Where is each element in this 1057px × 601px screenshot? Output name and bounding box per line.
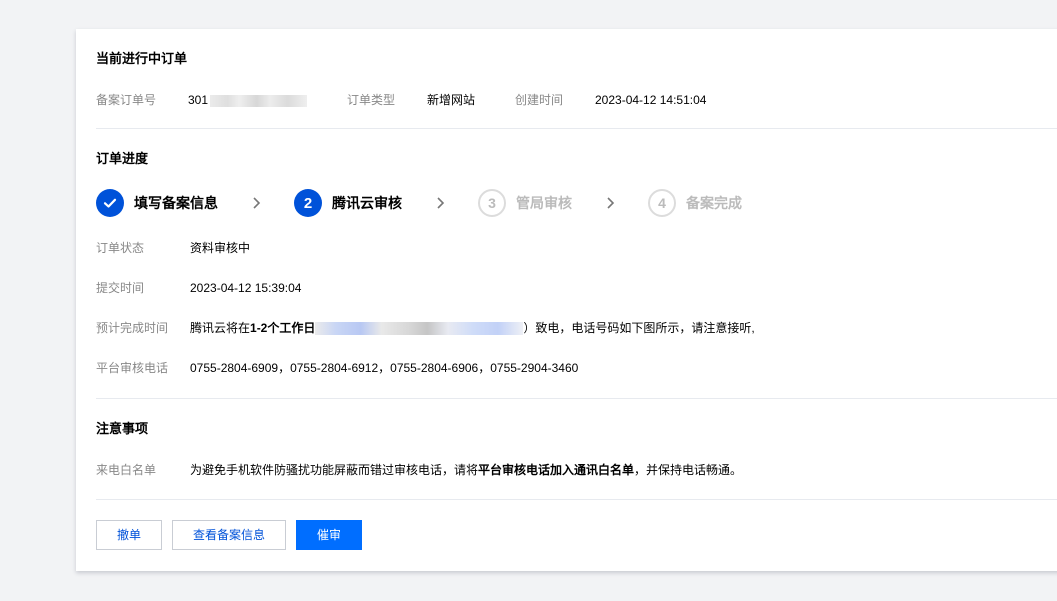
whitelist-prefix: 为避免手机软件防骚扰功能屏蔽而错过审核电话，请将 [190, 463, 479, 477]
chevron-right-icon [607, 197, 615, 209]
created-value: 2023-04-12 14:51:04 [595, 93, 707, 107]
step-3-circle: 3 [478, 189, 506, 217]
eta-row: 预计完成时间 腾讯云将在1-2个工作日 ）致电，电话号码如下图所示，请注意接听, [96, 319, 996, 337]
order-no-label: 备案订单号 [96, 93, 157, 107]
order-type-label: 订单类型 [347, 93, 396, 107]
eta-mask [315, 322, 524, 336]
submit-time-value: 2023-04-12 15:39:04 [190, 281, 302, 295]
phone-label: 平台审核电话 [96, 361, 169, 375]
notice-title: 注意事项 [96, 421, 149, 436]
current-order-title: 当前进行中订单 [96, 51, 188, 66]
order-no-visible: 301 [188, 93, 209, 107]
divider [96, 398, 1057, 399]
step-1-label: 填写备案信息 [134, 195, 218, 211]
divider [96, 128, 1057, 129]
order-status-label: 订单状态 [96, 241, 145, 255]
order-status-value: 资料审核中 [190, 241, 251, 255]
step-fill-info: 填写备案信息 [96, 189, 218, 217]
created-label: 创建时间 [515, 93, 564, 107]
step-2-label: 腾讯云审核 [332, 195, 402, 211]
order-no-mask [210, 94, 308, 107]
eta-prefix: 腾讯云将在 [190, 321, 251, 335]
submit-time-label: 提交时间 [96, 281, 145, 295]
phone-row: 平台审核电话 0755-2804-6909，0755-2804-6912，075… [96, 359, 996, 377]
divider [96, 499, 1057, 500]
progress-title: 订单进度 [96, 151, 149, 166]
eta-suffix: ）致电，电话号码如下图所示，请注意接听, [523, 321, 755, 335]
submit-time-row: 提交时间 2023-04-12 15:39:04 [96, 279, 796, 297]
whitelist-text: 为避免手机软件防骚扰功能屏蔽而错过审核电话，请将平台审核电话加入通讯白名单，并保… [190, 461, 742, 479]
step-4-circle: 4 [648, 189, 676, 217]
order-status-row: 订单状态 资料审核中 [96, 239, 796, 257]
step-bureau-review: 3 管局审核 [478, 189, 572, 217]
step-2-circle: 2 [294, 189, 322, 217]
step-4-label: 备案完成 [686, 195, 742, 211]
order-type-value: 新增网站 [427, 93, 476, 107]
whitelist-emphasis: 平台审核电话加入通讯白名单 [478, 463, 635, 477]
order-info-row: 备案订单号 301 订单类型 新增网站 创建时间 2023-04-12 14:5… [96, 91, 796, 109]
step-complete: 4 备案完成 [648, 189, 742, 217]
step-3-label: 管局审核 [516, 195, 572, 211]
chevron-right-icon [253, 197, 261, 209]
eta-emphasis: 1-2个工作日 [250, 321, 316, 335]
view-filing-info-button[interactable]: 查看备案信息 [172, 520, 286, 550]
step-1-circle [96, 189, 124, 217]
whitelist-suffix: ，并保持电话畅通。 [634, 463, 743, 477]
urge-review-button[interactable]: 催审 [296, 520, 362, 550]
order-card: 当前进行中订单 备案订单号 301 订单类型 新增网站 创建时间 2023-04… [76, 29, 1057, 571]
check-icon [103, 198, 117, 208]
withdraw-button[interactable]: 撤单 [96, 520, 162, 550]
whitelist-label: 来电白名单 [96, 463, 157, 477]
phone-value: 0755-2804-6909，0755-2804-6912，0755-2804-… [190, 361, 579, 375]
eta-value: 腾讯云将在1-2个工作日 ）致电，电话号码如下图所示，请注意接听, [190, 319, 755, 337]
whitelist-row: 来电白名单 为避免手机软件防骚扰功能屏蔽而错过审核电话，请将平台审核电话加入通讯… [96, 461, 996, 479]
eta-label: 预计完成时间 [96, 321, 169, 335]
order-no-value: 301 [188, 91, 308, 109]
step-tencent-review: 2 腾讯云审核 [294, 189, 402, 217]
chevron-right-icon [437, 197, 445, 209]
